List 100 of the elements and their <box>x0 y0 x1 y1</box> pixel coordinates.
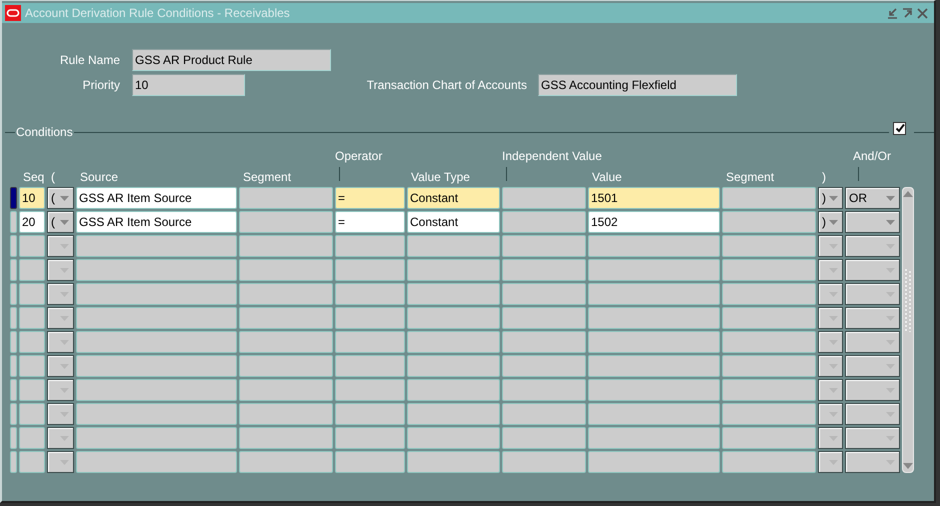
value-type-field[interactable] <box>407 235 500 257</box>
segment-field[interactable] <box>722 235 816 257</box>
source-field[interactable]: GSS AR Item Source <box>76 211 237 233</box>
operator-field[interactable] <box>335 379 405 401</box>
operator-field[interactable] <box>335 331 405 353</box>
value-field[interactable] <box>588 451 720 473</box>
scroll-down-icon[interactable] <box>903 463 913 469</box>
segment-field[interactable] <box>239 187 333 209</box>
chart-of-accounts-field[interactable]: GSS Accounting Flexfield <box>538 74 737 96</box>
paren-dropdown[interactable] <box>818 403 843 425</box>
paren-dropdown[interactable] <box>47 379 74 401</box>
checkbox[interactable] <box>893 122 906 134</box>
segment-field[interactable] <box>722 259 816 281</box>
value-field[interactable] <box>588 379 720 401</box>
seq-field[interactable] <box>19 283 45 305</box>
source-field[interactable] <box>76 283 237 305</box>
value-field[interactable] <box>588 235 720 257</box>
row-indicator[interactable] <box>10 379 17 401</box>
row-indicator[interactable] <box>10 187 17 209</box>
value-field[interactable] <box>588 307 720 329</box>
independent-field[interactable] <box>502 355 586 377</box>
paren-dropdown[interactable]: ) <box>818 187 843 209</box>
value-type-field[interactable] <box>407 259 500 281</box>
and-or-dropdown[interactable] <box>845 427 900 449</box>
independent-field[interactable] <box>502 259 586 281</box>
paren-dropdown[interactable] <box>47 427 74 449</box>
segment-field[interactable] <box>239 355 333 377</box>
paren-dropdown[interactable] <box>818 259 843 281</box>
seq-field[interactable] <box>19 427 45 449</box>
and-or-dropdown[interactable] <box>845 403 900 425</box>
value-field[interactable] <box>588 403 720 425</box>
close-icon[interactable] <box>917 8 928 18</box>
seq-field[interactable] <box>19 379 45 401</box>
row-indicator[interactable] <box>10 259 17 281</box>
paren-dropdown[interactable] <box>818 427 843 449</box>
paren-dropdown[interactable] <box>818 331 843 353</box>
paren-dropdown[interactable]: ) <box>818 211 843 233</box>
and-or-dropdown[interactable] <box>845 451 900 473</box>
segment-field[interactable] <box>239 379 333 401</box>
independent-field[interactable] <box>502 187 586 209</box>
operator-field[interactable] <box>335 307 405 329</box>
segment-field[interactable] <box>722 403 816 425</box>
row-indicator[interactable] <box>10 283 17 305</box>
source-field[interactable]: GSS AR Item Source <box>76 187 237 209</box>
segment-field[interactable] <box>722 211 816 233</box>
paren-dropdown[interactable] <box>47 259 74 281</box>
paren-dropdown[interactable]: ( <box>47 211 74 233</box>
and-or-dropdown[interactable] <box>845 379 900 401</box>
paren-dropdown[interactable] <box>47 355 74 377</box>
seq-field[interactable] <box>19 307 45 329</box>
and-or-dropdown[interactable] <box>845 355 900 377</box>
independent-field[interactable] <box>502 235 586 257</box>
row-indicator[interactable] <box>10 307 17 329</box>
paren-dropdown[interactable] <box>47 283 74 305</box>
independent-field[interactable] <box>502 427 586 449</box>
minimize-icon[interactable] <box>887 8 898 18</box>
row-indicator[interactable] <box>10 355 17 377</box>
and-or-dropdown[interactable] <box>845 307 900 329</box>
seq-field[interactable] <box>19 451 45 473</box>
segment-field[interactable] <box>239 259 333 281</box>
value-field[interactable] <box>588 355 720 377</box>
scroll-up-icon[interactable] <box>903 191 913 197</box>
value-type-field[interactable] <box>407 283 500 305</box>
value-field[interactable] <box>588 283 720 305</box>
row-indicator[interactable] <box>10 211 17 233</box>
operator-field[interactable] <box>335 451 405 473</box>
value-type-field[interactable] <box>407 451 500 473</box>
segment-field[interactable] <box>722 379 816 401</box>
source-field[interactable] <box>76 403 237 425</box>
segment-field[interactable] <box>722 307 816 329</box>
independent-field[interactable] <box>502 451 586 473</box>
operator-field[interactable] <box>335 403 405 425</box>
seq-field[interactable]: 20 <box>19 211 45 233</box>
paren-dropdown[interactable] <box>818 235 843 257</box>
scrollbar[interactable] <box>902 187 914 473</box>
value-type-field[interactable] <box>407 355 500 377</box>
value-type-field[interactable] <box>407 427 500 449</box>
value-field[interactable]: 1501 <box>588 187 720 209</box>
rule-name-field[interactable]: GSS AR Product Rule <box>132 49 331 71</box>
source-field[interactable] <box>76 355 237 377</box>
value-type-field[interactable] <box>407 379 500 401</box>
value-field[interactable] <box>588 331 720 353</box>
independent-field[interactable] <box>502 307 586 329</box>
and-or-dropdown[interactable] <box>845 259 900 281</box>
row-indicator[interactable] <box>10 235 17 257</box>
segment-field[interactable] <box>239 331 333 353</box>
segment-field[interactable] <box>239 403 333 425</box>
segment-field[interactable] <box>239 283 333 305</box>
operator-field[interactable] <box>335 355 405 377</box>
paren-dropdown[interactable] <box>47 451 74 473</box>
and-or-dropdown[interactable] <box>845 331 900 353</box>
and-or-dropdown[interactable] <box>845 235 900 257</box>
value-type-field[interactable]: Constant <box>407 187 500 209</box>
paren-dropdown[interactable] <box>47 307 74 329</box>
independent-field[interactable] <box>502 379 586 401</box>
segment-field[interactable] <box>239 235 333 257</box>
segment-field[interactable] <box>722 331 816 353</box>
paren-dropdown[interactable] <box>818 307 843 329</box>
operator-field[interactable] <box>335 427 405 449</box>
row-indicator[interactable] <box>10 451 17 473</box>
